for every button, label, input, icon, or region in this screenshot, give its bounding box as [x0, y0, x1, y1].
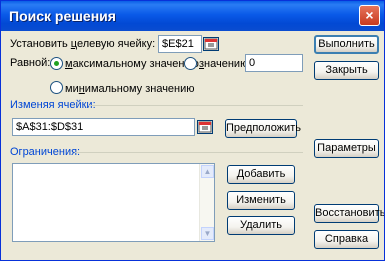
- collapse-dialog-icon: [204, 38, 218, 50]
- changing-cells-group-label: Изменяя ячейки:: [10, 99, 96, 111]
- value-of-radio[interactable]: [184, 57, 197, 70]
- add-constraint-button[interactable]: Добавить: [227, 165, 295, 184]
- constraints-scrollbar[interactable]: ▲ ▼: [199, 164, 214, 241]
- close-icon: ×: [365, 7, 374, 23]
- max-value-label[interactable]: максимальному значению: [65, 58, 199, 70]
- collapse-dialog-icon: [198, 121, 212, 133]
- reset-all-button[interactable]: Восстановить: [314, 204, 384, 223]
- change-constraint-button[interactable]: Изменить: [227, 191, 295, 210]
- help-button[interactable]: Справка: [314, 230, 379, 249]
- title-bar[interactable]: Поиск решения ×: [1, 1, 384, 31]
- guess-button[interactable]: Предположить: [225, 119, 301, 138]
- scroll-down-arrow-icon[interactable]: ▼: [201, 227, 214, 240]
- constraints-list[interactable]: ▲ ▼: [12, 163, 215, 242]
- target-cell-label: Установить целевую ячейку:: [10, 38, 156, 50]
- value-of-label[interactable]: значению:: [199, 58, 251, 70]
- changing-cells-input[interactable]: $A$31:$D$31: [12, 118, 195, 136]
- max-value-radio[interactable]: [50, 57, 63, 70]
- scroll-up-arrow-icon[interactable]: ▲: [201, 165, 214, 178]
- changing-cells-ref-button[interactable]: [197, 120, 213, 134]
- solver-dialog: Поиск решения × Установить целевую ячейк…: [0, 0, 385, 261]
- window-title: Поиск решения: [9, 8, 116, 24]
- constraints-divider: [75, 152, 303, 153]
- target-cell-ref-button[interactable]: [203, 37, 219, 51]
- min-value-label[interactable]: минимальному значению: [65, 83, 195, 95]
- options-button[interactable]: Параметры: [314, 139, 379, 158]
- equal-to-label: Равной:: [10, 57, 51, 69]
- close-window-button[interactable]: ×: [359, 5, 380, 26]
- value-of-input[interactable]: 0: [245, 54, 303, 72]
- delete-constraint-button[interactable]: Удалить: [227, 216, 295, 235]
- close-button[interactable]: Закрыть: [314, 61, 379, 80]
- changing-cells-divider: [89, 105, 303, 106]
- constraints-group-label: Ограничения:: [10, 146, 81, 158]
- solve-button[interactable]: Выполнить: [314, 35, 379, 54]
- target-cell-input[interactable]: $E$21: [158, 35, 202, 53]
- min-value-radio[interactable]: [50, 81, 63, 94]
- radio-selected-dot: [54, 61, 59, 66]
